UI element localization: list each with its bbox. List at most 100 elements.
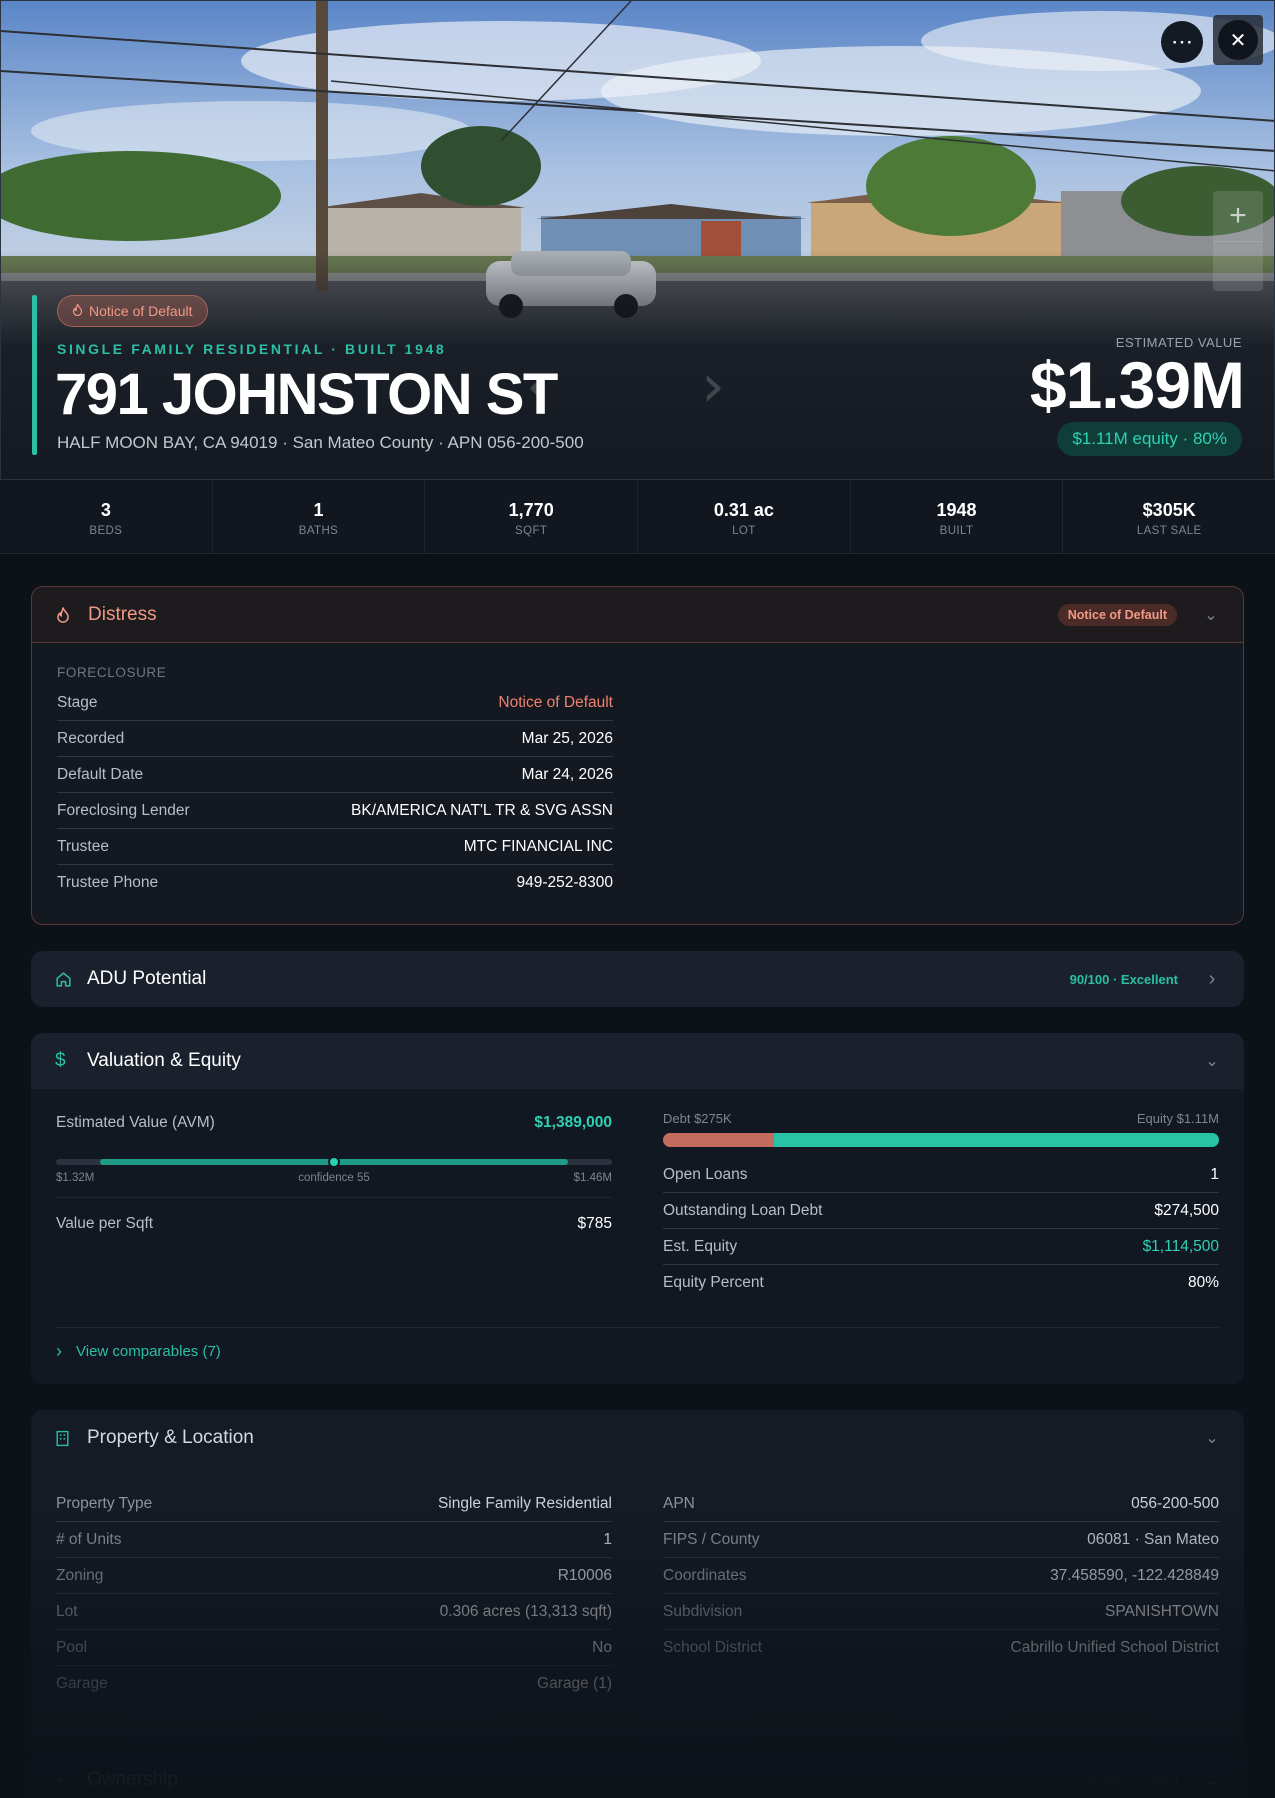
detail-key: Foreclosing Lender xyxy=(57,801,190,819)
chevron-right-icon[interactable]: › xyxy=(1204,968,1220,991)
detail-row: Outstanding Loan Debt $274,500 xyxy=(663,1193,1219,1229)
detail-key: Trustee xyxy=(57,837,109,855)
stat-label: BUILT xyxy=(939,525,974,537)
value-range-track xyxy=(56,1156,612,1168)
loan-details: Open Loans 1 Outstanding Loan Debt $274,50… xyxy=(663,1157,1219,1301)
value-range-marker xyxy=(328,1156,340,1168)
detail-value: Mar 24, 2026 xyxy=(521,765,613,783)
equity-badge: $1.11M equity · 80% xyxy=(1057,422,1242,456)
detail-row: Default Date Mar 24, 2026 xyxy=(57,757,613,793)
value-range: $1.32M confidence 55 $1.46M xyxy=(56,1156,612,1184)
valuation-body: Estimated Value (AVM) $1,389,000 $1.32M c… xyxy=(31,1089,1244,1384)
ownership-card: ● Ownership Owner occupied ⌄ xyxy=(31,1752,1244,1798)
detail-key: # of Units xyxy=(56,1530,122,1548)
detail-key: Est. Equity xyxy=(663,1237,738,1255)
detail-row: School District Cabrillo Unified School D… xyxy=(663,1630,1219,1666)
page-title: 791 JOHNSTON ST xyxy=(55,362,558,427)
detail-value: $785 xyxy=(577,1215,612,1232)
distress-header[interactable]: Distress Notice of Default ⌄ xyxy=(32,587,1243,643)
detail-key: Property Type xyxy=(56,1494,153,1512)
valuation-header[interactable]: $ Valuation & Equity ⌄ xyxy=(31,1033,1244,1089)
distress-badge: Notice of Default xyxy=(1057,603,1177,626)
detail-value: 056-200-500 xyxy=(1131,1494,1219,1512)
value-per-sqft: Value per Sqft $785 xyxy=(56,1197,612,1242)
detail-key: Recorded xyxy=(57,729,125,747)
detail-row: Lot 0.306 acres (13,313 sqft) xyxy=(56,1594,612,1630)
address-subtitle: HALF MOON BAY, CA 94019 · San Mateo Coun… xyxy=(57,433,584,452)
detail-key: Coordinates xyxy=(663,1566,747,1584)
plus-icon: + xyxy=(1229,198,1247,232)
detail-row: Open Loans 1 xyxy=(663,1157,1219,1193)
detail-value: MTC FINANCIAL INC xyxy=(463,837,613,855)
property-detail-panel: ⋯ ✕ + ‹ › Notice of Default SINGLE FAMIL… xyxy=(0,0,1275,1798)
detail-value: BK/AMERICA NAT'L TR & SVG ASSN xyxy=(351,801,613,819)
detail-row: Recorded Mar 25, 2026 xyxy=(57,721,613,757)
detail-value: Garage (1) xyxy=(537,1675,612,1692)
debt-segment xyxy=(663,1133,775,1147)
chevron-down-icon[interactable]: ⌄ xyxy=(1204,1428,1220,1448)
equity-segment xyxy=(774,1133,1219,1147)
detail-row: Estimated Value (AVM) $1,389,000 xyxy=(56,1105,612,1141)
stat-beds: 3 BEDS xyxy=(0,480,212,553)
detail-value: Cabrillo Unified School District xyxy=(1010,1639,1219,1656)
flame-icon xyxy=(56,606,76,623)
property-title: Property & Location xyxy=(87,1427,254,1448)
adu-header[interactable]: ADU Potential 90/100 · Excellent › xyxy=(31,951,1244,1007)
detail-value: 80% xyxy=(1187,1274,1219,1291)
stat-built: 1948 BUILT xyxy=(849,480,1063,553)
detail-row: Stage Notice of Default xyxy=(57,685,613,721)
detail-value: SPANISHTOWN xyxy=(1105,1602,1219,1620)
detail-value: $274,500 xyxy=(1154,1201,1219,1219)
stat-baths: 1 BATHS xyxy=(211,480,425,553)
detail-value: Notice of Default xyxy=(498,693,613,711)
chevron-down-icon[interactable]: ⌄ xyxy=(1204,1051,1220,1071)
ownership-header[interactable]: ● Ownership Owner occupied ⌄ xyxy=(31,1752,1244,1798)
close-icon: ✕ xyxy=(1218,20,1258,60)
detail-row: Subdivision SPANISHTOWN xyxy=(663,1594,1219,1630)
more-options-button[interactable]: ⋯ xyxy=(1161,21,1203,63)
detail-row: Garage Garage (1) xyxy=(56,1666,612,1702)
chevron-down-icon[interactable]: ⌄ xyxy=(1204,1770,1220,1790)
detail-key: Stage xyxy=(57,693,98,711)
distress-title: Distress xyxy=(88,603,157,625)
detail-row: Zoning R10006 xyxy=(56,1558,612,1594)
range-confidence: confidence 55 xyxy=(298,1172,370,1184)
adu-score: 90/100 · Excellent xyxy=(1069,971,1178,987)
chevron-right-icon[interactable]: › xyxy=(701,351,725,421)
detail-key: Value per Sqft xyxy=(56,1215,154,1232)
hero-accent-bar xyxy=(32,295,37,455)
detail-key: Zoning xyxy=(56,1566,104,1584)
foreclosure-details: Stage Notice of Default Recorded Mar 25, 2… xyxy=(57,685,613,901)
dollar-icon: $ xyxy=(55,1050,66,1071)
flame-icon xyxy=(72,303,83,319)
detail-value: 1 xyxy=(1210,1165,1219,1183)
detail-key: Outstanding Loan Debt xyxy=(663,1201,823,1219)
zoom-out-button[interactable] xyxy=(1213,240,1263,292)
close-button[interactable]: ✕ xyxy=(1213,15,1263,65)
valuation-equity-card: $ Valuation & Equity ⌄ Estimated Value (… xyxy=(31,1033,1244,1384)
estimated-value: $1.39M xyxy=(1029,348,1245,422)
debt-equity-labels: Debt $275K Equity $1.11M xyxy=(663,1111,1219,1126)
detail-row: Est. Equity $1,114,500 xyxy=(663,1229,1219,1265)
detail-value: Single Family Residential xyxy=(437,1494,612,1512)
property-details-right: APN 056-200-500 FIPS / County 06081 · San … xyxy=(663,1486,1219,1666)
chevron-down-icon[interactable]: ⌄ xyxy=(1203,605,1219,625)
adu-potential-card[interactable]: ADU Potential 90/100 · Excellent › xyxy=(31,951,1244,1007)
view-comparables-link[interactable]: › View comparables (7) xyxy=(56,1341,221,1362)
stat-sqft: 1,770 SQFT xyxy=(424,480,637,553)
detail-row: Property Type Single Family Residential xyxy=(56,1486,612,1522)
stat-value: 1,770 xyxy=(508,500,554,520)
stat-label: SQFT xyxy=(515,525,548,537)
stat-last-sale: $305K LAST SALE xyxy=(1062,480,1275,553)
stat-label: BEDS xyxy=(89,525,123,537)
property-header[interactable]: Property & Location ⌄ xyxy=(31,1410,1244,1466)
adu-title: ADU Potential xyxy=(87,968,207,989)
stat-value: $305K xyxy=(1142,500,1196,520)
property-stats-bar: 3 BEDS 1 BATHS 1,770 SQFT 0.31 ac LOT 1948 BU… xyxy=(0,479,1275,554)
zoom-in-button[interactable]: + xyxy=(1213,191,1263,241)
ownership-badge: Owner occupied xyxy=(1084,1772,1178,1788)
property-kicker: SINGLE FAMILY RESIDENTIAL · BUILT 1948 xyxy=(57,341,447,357)
detail-key: Estimated Value (AVM) xyxy=(56,1114,215,1131)
stat-value: 0.31 ac xyxy=(713,500,774,520)
stat-label: BATHS xyxy=(298,525,339,537)
